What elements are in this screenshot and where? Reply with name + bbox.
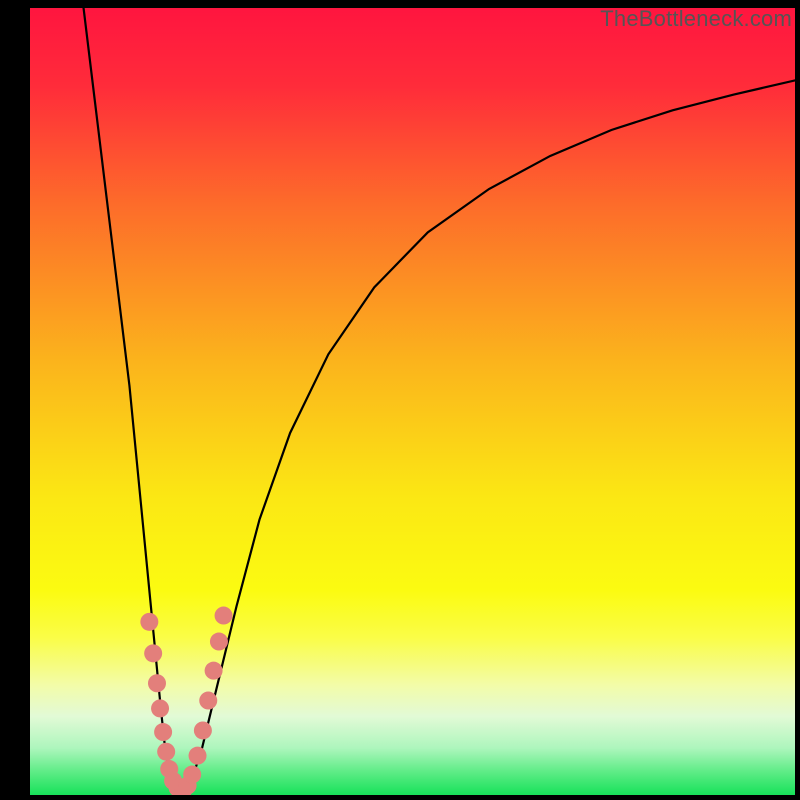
marker-dot bbox=[151, 699, 169, 717]
watermark-text: TheBottleneck.com bbox=[600, 6, 792, 32]
marker-dot bbox=[199, 692, 217, 710]
chart-background bbox=[30, 8, 795, 795]
marker-dot bbox=[210, 633, 228, 651]
marker-dot bbox=[205, 662, 223, 680]
marker-dot bbox=[144, 644, 162, 662]
marker-dot bbox=[148, 674, 166, 692]
chart-frame: TheBottleneck.com bbox=[0, 0, 800, 800]
marker-dot bbox=[189, 747, 207, 765]
marker-dot bbox=[183, 766, 201, 784]
marker-dot bbox=[154, 723, 172, 741]
marker-dot bbox=[140, 613, 158, 631]
chart-plot bbox=[30, 8, 795, 795]
marker-dot bbox=[215, 607, 233, 625]
marker-dot bbox=[194, 721, 212, 739]
marker-dot bbox=[157, 743, 175, 761]
